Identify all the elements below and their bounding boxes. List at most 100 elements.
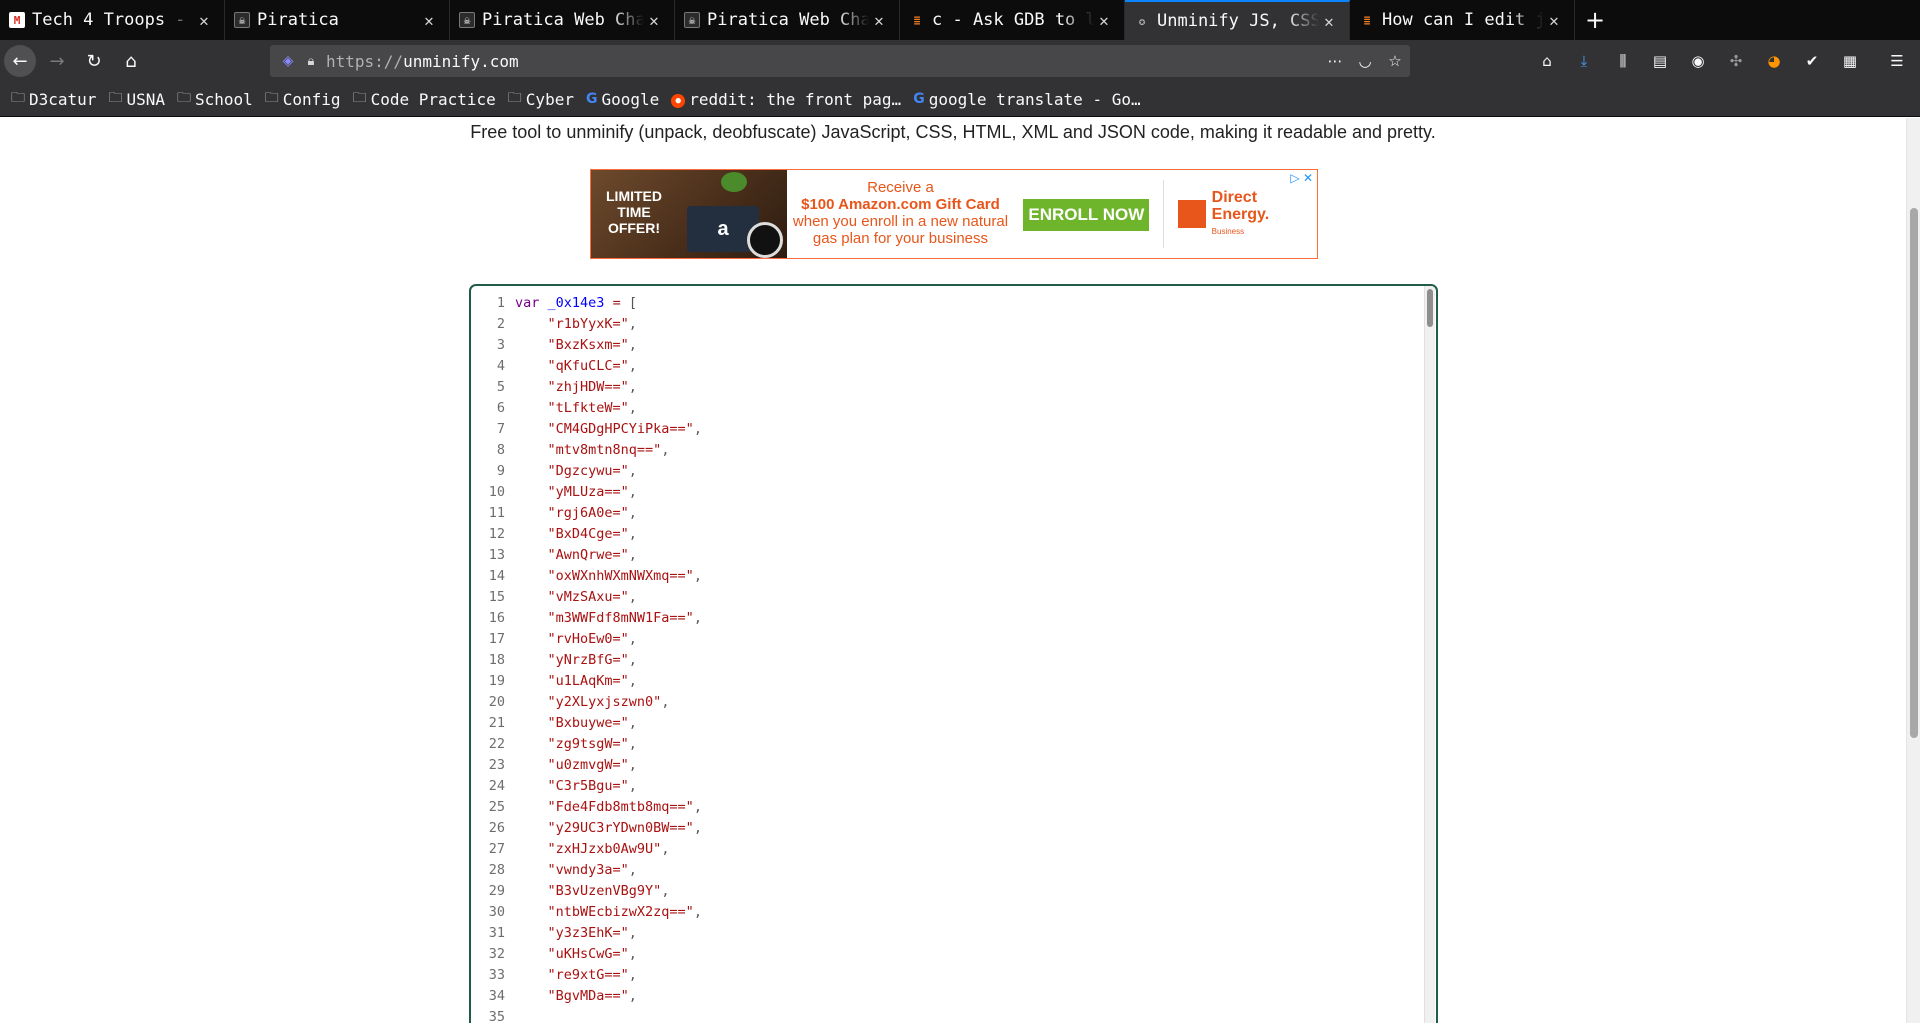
pocket-icon[interactable]: ◡ [1350,52,1380,70]
bookmark-folder-code-practice[interactable]: 🗀 Code Practice [353,87,496,111]
string-literal: "vwndy3a=" [547,862,629,878]
code-line: 13 "AwnQrwe=", [471,545,1426,566]
adchoices-icon[interactable]: ▷ ✕ [1290,171,1313,185]
string-literal: "ntbWEcbizwX2zq==" [547,904,694,920]
extension-fox-icon[interactable]: ◕ [1762,49,1786,73]
close-icon[interactable]: ✕ [1319,11,1339,31]
string-literal: "u1LAqKm=" [547,673,629,689]
line-number: 28 [488,862,505,878]
line-number: 5 [496,379,505,395]
code-line: 7 "CM4GDgHPCYiPka==", [471,419,1426,440]
string-literal: "Dgzcywu=" [547,463,629,479]
bookmark-reddit[interactable]: ● reddit: the front pag… [671,90,901,109]
line-number: 29 [488,883,505,899]
close-icon[interactable]: ✕ [1544,10,1564,30]
code-line: 6 "tLfkteW=", [471,398,1426,419]
code-line: 32 "uKHsCwG=", [471,944,1426,965]
bookmark-star-icon[interactable]: ☆ [1380,52,1410,70]
apps-grid-icon[interactable]: ▦ [1838,49,1862,73]
tab-unminify[interactable]: ✪ Unminify JS, CSS, ✕ [1125,0,1350,40]
code-editor[interactable]: 1 var _0x14e3 = [ 2 "r1bYyxK=", 3 "BxzKsx… [469,284,1438,1023]
bookmark-google[interactable]: G Google [586,90,659,109]
stackoverflow-icon: ≣ [913,13,921,27]
tab-title: Piratica Web Chal [482,10,644,30]
page-actions-icon[interactable]: ⋯ [1320,52,1350,70]
code-line: 17 "rvHoEw0=", [471,629,1426,650]
scroll-thumb[interactable] [1910,208,1918,738]
line-number: 6 [496,400,505,416]
forward-button[interactable]: → [41,45,73,77]
code-line: 14 "oxWXnhWXmNWXmq==", [471,566,1426,587]
page-scrollbar[interactable] [1906,118,1920,1023]
tab-tech4troops[interactable]: M Tech 4 Troops - m ✕ [0,0,225,40]
menu-icon[interactable]: ☰ [1885,49,1909,73]
line-number: 3 [496,337,505,353]
extension-puzzle-icon[interactable]: ✣ [1724,49,1748,73]
string-literal: "y29UC3rYDwn0BW==" [547,820,694,836]
tab-strip: M Tech 4 Troops - m ✕ ☠ Piratica ✕ ☠ Pir… [0,0,1920,40]
code-line: 21 "Bxbuywe=", [471,713,1426,734]
extension-icon[interactable]: ⌂ [1535,49,1559,73]
direct-energy-logo-icon [1178,200,1206,228]
close-icon[interactable]: ✕ [869,10,889,30]
line-number: 2 [496,316,505,332]
tab-how-can-i-edit[interactable]: ≣ How can I edit ja ✕ [1350,0,1575,40]
close-icon[interactable]: ✕ [419,10,439,30]
line-number: 33 [488,967,505,983]
code-lines[interactable]: 1 var _0x14e3 = [ 2 "r1bYyxK=", 3 "BxzKsx… [471,293,1426,1023]
home-button[interactable]: ⌂ [115,45,147,77]
account-icon[interactable]: ◉ [1686,49,1710,73]
code-line: 30 "ntbWEcbizwX2zq==", [471,902,1426,923]
tab-title: Unminify JS, CSS, [1157,11,1319,31]
bookmark-folder-cyber[interactable]: 🗀 Cyber [508,87,574,111]
close-icon[interactable]: ✕ [644,10,664,30]
tab-ask-gdb[interactable]: ≣ c - Ask GDB to li ✕ [900,0,1125,40]
editor-vertical-scrollbar[interactable] [1424,286,1435,1023]
extension-bird-icon[interactable]: ✔ [1800,49,1824,73]
code-line: 10 "yMLUza==", [471,482,1426,503]
bookmark-folder-usna[interactable]: 🗀 USNA [108,87,165,111]
line-number: 15 [488,589,505,605]
line-number: 9 [496,463,505,479]
string-literal: "tLfkteW=" [547,400,629,416]
tab-piratica-web-2[interactable]: ☠ Piratica Web Chal ✕ [675,0,900,40]
enroll-now-button[interactable]: ENROLL NOW [1023,199,1150,231]
string-literal: "yNrzBfG=" [547,652,629,668]
string-literal: "yMLUza==" [547,484,629,500]
tracking-protection-icon[interactable]: ◈ [278,53,298,69]
piratica-icon: ☠ [234,12,250,28]
bookmark-folder-d3catur[interactable]: 🗀 D3catur [11,87,96,111]
code-line: 18 "yNrzBfG=", [471,650,1426,671]
plant-image [721,172,747,192]
url-text[interactable]: https://unminify.com [326,52,1320,71]
lock-icon[interactable]: 🔒︎ [302,54,320,69]
address-bar[interactable]: ◈ 🔒︎ https://unminify.com ⋯ ◡ ☆ [270,45,1410,77]
page-tagline: Free tool to unminify (unpack, deobfusca… [470,122,1436,142]
scroll-thumb[interactable] [1427,289,1433,327]
reddit-icon: ● [671,91,686,108]
bookmark-google-translate[interactable]: Ggoogle translate - Go… [913,90,1140,109]
back-button[interactable]: ← [4,45,36,77]
string-literal: "uKHsCwG=" [547,946,629,962]
bookmark-folder-config[interactable]: 🗀 Config [265,87,341,111]
sidebar-icon[interactable]: ▤ [1648,49,1672,73]
bookmark-folder-school[interactable]: 🗀 School [177,87,253,111]
line-number: 24 [488,778,505,794]
tab-piratica[interactable]: ☠ Piratica ✕ [225,0,450,40]
close-icon[interactable]: ✕ [194,10,214,30]
tab-piratica-web-1[interactable]: ☠ Piratica Web Chal ✕ [450,0,675,40]
coffee-mug-image [747,222,783,258]
line-number: 23 [488,757,505,773]
line-number: 16 [488,610,505,626]
ad-banner[interactable]: LIMITED TIME OFFER! a Receive a $100 Ama… [590,169,1318,259]
tab-title: How can I edit ja [1382,10,1544,30]
string-literal: "re9xtG==" [547,967,629,983]
new-tab-button[interactable]: + [1575,0,1615,40]
library-icon[interactable]: ⫼ [1611,49,1635,73]
downloads-icon[interactable]: ⤓ [1572,49,1596,73]
close-icon[interactable]: ✕ [1094,10,1114,30]
line-number: 34 [488,988,505,1004]
line-number: 22 [488,736,505,752]
reload-button[interactable]: ↻ [78,45,110,77]
string-literal: "CM4GDgHPCYiPka==" [547,421,694,437]
